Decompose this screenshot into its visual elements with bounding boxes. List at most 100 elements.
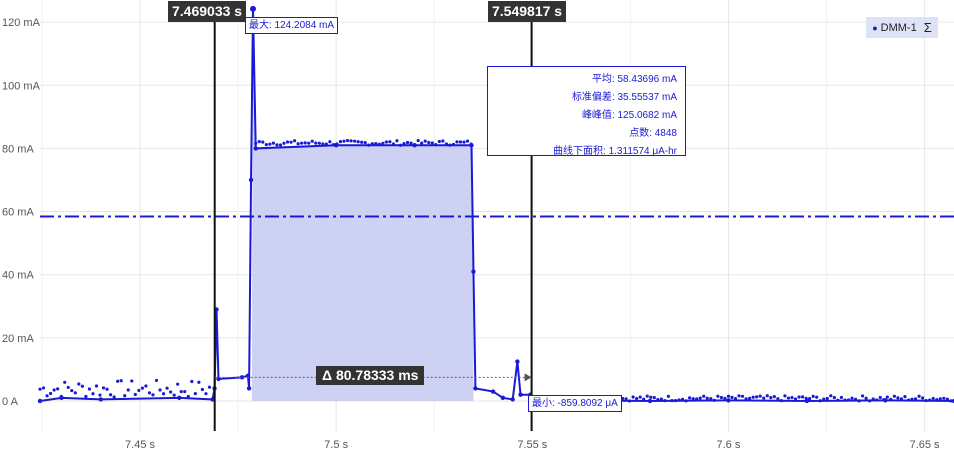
y-tick-label: 120 mA bbox=[2, 17, 41, 29]
data-point bbox=[289, 140, 293, 144]
data-point bbox=[800, 395, 805, 399]
data-point bbox=[808, 397, 812, 401]
data-point bbox=[469, 142, 473, 146]
stat-value: 4848 bbox=[654, 128, 677, 139]
stat-peak-to-peak: 峰峰值: 125.0682 mA bbox=[581, 110, 677, 121]
stat-value: 58.43696 mA bbox=[617, 74, 678, 85]
data-point bbox=[416, 138, 420, 143]
data-point bbox=[420, 141, 424, 145]
data-point bbox=[285, 140, 290, 144]
data-point bbox=[172, 393, 176, 397]
legend-series-name[interactable]: DMM-1 bbox=[881, 22, 917, 34]
data-point bbox=[473, 386, 478, 391]
data-point bbox=[786, 396, 791, 400]
data-point bbox=[91, 392, 95, 396]
cursor-2-label[interactable]: 7.549817 s bbox=[488, 1, 567, 22]
min-marker-label: 最小: -859.8092 μA bbox=[528, 395, 622, 412]
data-point bbox=[458, 140, 463, 144]
data-point bbox=[913, 397, 918, 401]
x-tick-label: 7.45 s bbox=[125, 439, 155, 451]
cursor-1-label[interactable]: 7.469033 s bbox=[168, 1, 247, 22]
data-point bbox=[811, 394, 815, 398]
stat-label: 点数 bbox=[629, 128, 650, 139]
data-point bbox=[758, 394, 762, 398]
data-point bbox=[398, 143, 403, 147]
x-axis-ticks: 7.45 s 7.5 s 7.55 s 7.6 s 7.65 s bbox=[125, 439, 940, 451]
data-point bbox=[268, 142, 272, 146]
legend[interactable]: ● DMM-1 Σ bbox=[866, 17, 938, 38]
data-point bbox=[331, 143, 336, 147]
sigma-icon[interactable]: Σ bbox=[924, 20, 932, 35]
data-point bbox=[638, 395, 642, 399]
data-point bbox=[765, 394, 769, 398]
data-point bbox=[695, 397, 699, 401]
data-point bbox=[48, 391, 53, 396]
data-point bbox=[257, 140, 261, 144]
data-point bbox=[275, 143, 279, 147]
data-point bbox=[87, 387, 92, 391]
data-point bbox=[105, 387, 109, 391]
data-point bbox=[864, 396, 868, 400]
data-point bbox=[405, 140, 410, 145]
delta-arrowhead bbox=[524, 373, 532, 382]
data-point bbox=[857, 399, 861, 403]
x-tick-label: 7.5 s bbox=[324, 439, 348, 451]
data-point bbox=[126, 388, 130, 392]
data-point bbox=[882, 398, 886, 402]
statistics-box: 平均: 58.43696 mA 标准偏差: 35.55537 mA 峰峰值: 1… bbox=[487, 66, 686, 157]
data-point bbox=[70, 388, 74, 393]
data-point bbox=[719, 395, 723, 400]
data-point bbox=[776, 397, 780, 401]
data-point bbox=[176, 382, 180, 386]
data-point bbox=[137, 388, 141, 393]
data-point bbox=[80, 384, 84, 388]
data-point bbox=[896, 396, 900, 400]
data-point bbox=[455, 140, 459, 144]
max-marker-label: 最大: 124.2084 mA bbox=[245, 17, 339, 34]
data-point bbox=[889, 397, 893, 401]
data-point bbox=[52, 388, 56, 392]
data-point bbox=[680, 397, 685, 401]
stat-std-dev: 标准偏差: 35.55537 mA bbox=[571, 92, 677, 103]
stat-mean: 平均: 58.43696 mA bbox=[591, 74, 678, 85]
chart[interactable]: 0 A 20 mA 40 mA 60 mA 80 mA 100 mA 120 mA 7.45… bbox=[0, 0, 954, 453]
data-point bbox=[938, 397, 942, 401]
data-point bbox=[434, 143, 438, 147]
stat-label: 峰峰值 bbox=[581, 110, 612, 121]
stat-area-under-curve: 曲线下面积: 1.311574 μA-hr bbox=[553, 146, 677, 157]
data-point bbox=[705, 396, 709, 400]
data-point bbox=[264, 143, 268, 147]
data-point bbox=[109, 393, 113, 397]
data-point bbox=[197, 380, 201, 384]
data-point bbox=[200, 387, 205, 392]
data-point bbox=[942, 396, 946, 400]
data-point bbox=[818, 399, 822, 403]
data-point bbox=[945, 397, 949, 401]
stat-label: 标准偏差 bbox=[571, 92, 612, 103]
area-fill bbox=[251, 8, 474, 402]
stat-value: 1.311574 μA-hr bbox=[608, 146, 677, 157]
data-point bbox=[112, 395, 116, 399]
data-point bbox=[748, 396, 752, 400]
data-point bbox=[868, 399, 872, 403]
data-point bbox=[850, 396, 854, 400]
data-point bbox=[871, 397, 875, 401]
data-point bbox=[38, 387, 42, 391]
data-point bbox=[133, 392, 137, 397]
data-point bbox=[659, 397, 663, 401]
data-point bbox=[349, 139, 353, 143]
data-point bbox=[709, 397, 713, 401]
data-point bbox=[94, 384, 99, 388]
data-point bbox=[66, 385, 70, 390]
data-point bbox=[353, 139, 357, 143]
data-point bbox=[193, 392, 197, 396]
data-point bbox=[314, 141, 318, 145]
data-point bbox=[730, 395, 734, 400]
data-point bbox=[158, 388, 162, 392]
data-point bbox=[624, 397, 628, 401]
data-point bbox=[391, 142, 396, 146]
y-tick-label: 60 mA bbox=[2, 207, 34, 219]
x-tick-label: 7.6 s bbox=[717, 439, 741, 451]
data-point bbox=[490, 389, 496, 394]
data-point bbox=[59, 394, 63, 399]
